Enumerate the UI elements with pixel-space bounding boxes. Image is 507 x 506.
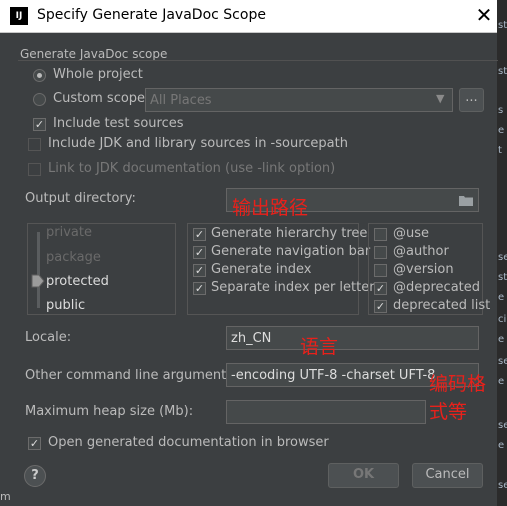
locale-value: zh_CN — [231, 331, 272, 346]
include-test-sources-checkbox[interactable]: ✓ — [33, 118, 46, 131]
option-checkbox[interactable]: ✓ — [193, 246, 206, 259]
option-checkbox[interactable]: ✓ — [193, 282, 206, 295]
custom-scope-radio[interactable] — [33, 93, 46, 106]
close-icon[interactable]: ✕ — [472, 3, 496, 27]
tag-label[interactable]: deprecated list — [393, 298, 490, 313]
background-text: st — [498, 20, 507, 31]
background-editor-strip: st st s e t se st e ci e se e se e se — [497, 0, 507, 506]
option-label[interactable]: Generate index — [211, 262, 311, 277]
scope-section-label: Generate JavaDoc scope — [20, 47, 168, 61]
other-args-annotation: 式等 — [429, 401, 468, 423]
option-label[interactable]: Separate index per letter — [211, 280, 375, 295]
visibility-panel: private package protected public — [27, 223, 176, 315]
background-text: e — [498, 125, 505, 136]
background-text: s — [498, 105, 504, 116]
open-browser-checkbox[interactable]: ✓ — [28, 437, 41, 450]
heap-size-label: Maximum heap size (Mb): — [25, 404, 194, 419]
option-checkbox[interactable]: ✓ — [193, 264, 206, 277]
separator — [18, 60, 498, 61]
option-label[interactable]: Generate hierarchy tree — [211, 226, 367, 241]
option-checkbox[interactable]: ✓ — [193, 228, 206, 241]
whole-project-radio[interactable] — [33, 69, 46, 82]
cancel-button[interactable]: Cancel — [412, 463, 483, 488]
tag-checkbox[interactable] — [374, 246, 387, 259]
tag-label[interactable]: @use — [393, 226, 429, 241]
background-text: se — [498, 252, 507, 263]
background-text: st — [498, 272, 507, 283]
background-text: e — [498, 376, 505, 387]
include-jdk-checkbox[interactable] — [28, 138, 41, 151]
custom-scope-label[interactable]: Custom scope — [53, 91, 145, 106]
visibility-slider-track[interactable] — [37, 232, 40, 308]
background-text: se — [498, 480, 507, 491]
tags-panel: @use @author @version ✓ @deprecated ✓ de… — [368, 223, 490, 315]
other-args-annotation: 编码格 — [429, 373, 487, 395]
custom-scope-value: All Places — [150, 93, 212, 108]
visibility-slider-thumb[interactable] — [31, 274, 45, 288]
options-panel: ✓ Generate hierarchy tree ✓ Generate nav… — [187, 223, 375, 315]
tag-checkbox[interactable] — [374, 264, 387, 277]
tag-checkbox[interactable]: ✓ — [374, 282, 387, 295]
background-text: se — [498, 420, 507, 431]
visibility-level-protected[interactable]: protected — [46, 274, 109, 289]
tag-label[interactable]: @deprecated — [393, 280, 480, 295]
ok-button[interactable]: OK — [328, 463, 399, 488]
other-args-label: Other command line arguments: — [25, 368, 238, 383]
background-text: st — [498, 66, 507, 77]
visibility-level-package[interactable]: package — [46, 250, 101, 265]
heap-size-field[interactable] — [226, 400, 426, 424]
include-test-sources-label[interactable]: Include test sources — [53, 116, 184, 131]
title-bar[interactable]: IJ Specify Generate JavaDoc Scope ✕ — [0, 0, 497, 33]
include-jdk-label[interactable]: Include JDK and library sources in -sour… — [48, 136, 348, 151]
link-jdk-label[interactable]: Link to JDK documentation (use -link opt… — [48, 161, 335, 176]
locale-label: Locale: — [25, 330, 72, 345]
help-button[interactable]: ? — [24, 465, 46, 487]
whole-project-label[interactable]: Whole project — [53, 67, 143, 82]
visibility-level-private[interactable]: private — [46, 225, 92, 240]
background-text: e — [498, 292, 505, 303]
custom-scope-dropdown[interactable]: All Places ▼ — [145, 88, 453, 112]
output-directory-label: Output directory: — [25, 191, 136, 206]
background-text: ci — [498, 314, 507, 325]
locale-field[interactable]: zh_CN — [226, 326, 479, 350]
locale-annotation: 语言 — [300, 336, 339, 358]
intellij-app-icon: IJ — [10, 7, 28, 25]
background-text: m — [0, 490, 11, 503]
background-text: e — [498, 334, 505, 345]
folder-icon[interactable] — [459, 195, 473, 206]
tag-label[interactable]: @author — [393, 244, 449, 259]
visibility-level-public[interactable]: public — [46, 298, 85, 313]
background-text: se — [498, 356, 507, 367]
other-args-value: -encoding UTF-8 -charset UFT-8 — [231, 368, 436, 383]
output-annotation: 输出路径 — [232, 197, 309, 219]
tag-label[interactable]: @version — [393, 262, 454, 277]
tag-checkbox[interactable] — [374, 228, 387, 241]
browse-scope-button[interactable]: ... — [459, 88, 484, 112]
open-browser-label[interactable]: Open generated documentation in browser — [48, 435, 329, 450]
link-jdk-checkbox[interactable] — [28, 163, 41, 176]
background-text: e — [498, 440, 505, 451]
background-text: t — [498, 145, 502, 156]
tag-checkbox[interactable]: ✓ — [374, 300, 387, 313]
window-title: Specify Generate JavaDoc Scope — [37, 7, 266, 23]
chevron-down-icon: ▼ — [436, 92, 445, 105]
option-label[interactable]: Generate navigation bar — [211, 244, 370, 259]
